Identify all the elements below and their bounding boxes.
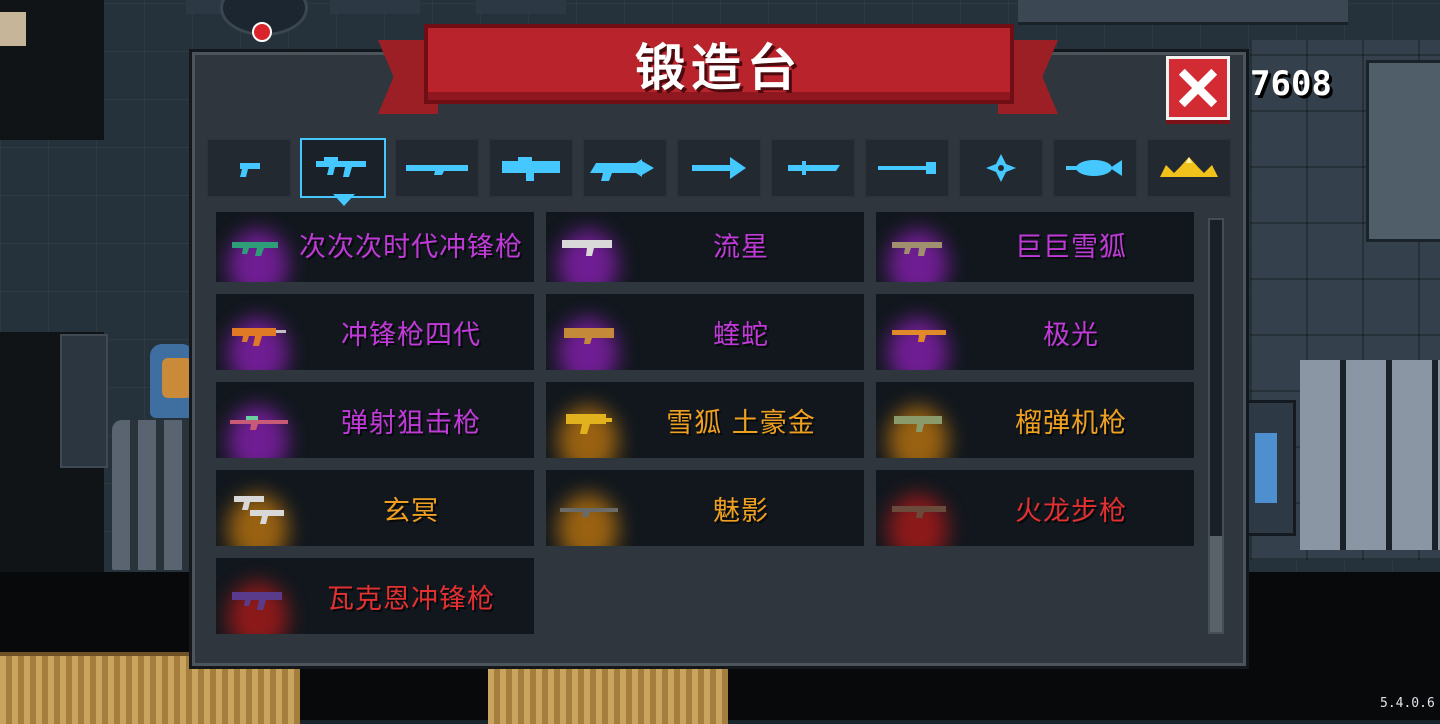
tab-blade[interactable] — [770, 138, 856, 198]
weapon-name: 冲锋枪四代 — [341, 319, 481, 351]
scrollbar-thumb[interactable] — [1210, 536, 1222, 632]
weapon-cell[interactable]: 流星 — [544, 212, 866, 284]
top-machinery — [1018, 0, 1348, 25]
weapon-cell[interactable]: 榴弹机枪 — [874, 380, 1196, 460]
crown-icon — [1160, 157, 1218, 177]
shuriken-icon — [986, 154, 1016, 182]
smg-icon — [566, 414, 612, 434]
gas-tanks — [112, 420, 192, 570]
tab-staff[interactable] — [864, 138, 950, 198]
weapon-name: 火龙步枪 — [1015, 495, 1127, 527]
weapon-name: 魅影 — [713, 495, 769, 527]
weapon-cell[interactable]: 弹射狙击枪 — [214, 380, 536, 460]
tab-shuriken[interactable] — [958, 138, 1044, 198]
weapon-name: 巨巨雪狐 — [1015, 231, 1127, 263]
smg-icon — [316, 157, 366, 177]
close-icon — [1179, 69, 1217, 107]
tab-heavy-gun[interactable] — [582, 138, 668, 198]
weapon-cell[interactable]: 火龙步枪 — [874, 468, 1196, 548]
weapon-name: 蝰蛇 — [713, 319, 769, 351]
active-tab-pointer — [333, 194, 355, 206]
arrow-icon — [692, 157, 746, 179]
rifle-icon — [406, 165, 468, 175]
weapon-name: 次次次时代冲锋枪 — [299, 231, 523, 263]
tab-fish[interactable] — [1052, 138, 1138, 198]
tab-crown[interactable] — [1146, 138, 1232, 198]
grenade-mg-icon — [894, 416, 942, 432]
smg-icon — [892, 242, 942, 256]
smg-icon — [564, 328, 614, 344]
tab-arrow[interactable] — [676, 138, 762, 198]
dual-pistol-icon — [234, 496, 284, 524]
title-banner: 锻造台 — [424, 24, 1014, 104]
weapon-grid: 次次次时代冲锋枪 流星 巨巨雪狐 冲锋枪四代 蝰蛇 极光 弹射狙击枪 雪狐 土豪… — [206, 212, 1200, 644]
blade-icon — [788, 161, 840, 175]
weapon-name: 瓦克恩冲锋枪 — [327, 583, 495, 615]
weapon-cell[interactable]: 玄冥 — [214, 468, 536, 548]
rifle-icon — [892, 506, 946, 518]
smg-icon — [232, 328, 286, 346]
weapon-cell[interactable]: 巨巨雪狐 — [874, 212, 1196, 284]
gold-railing-center — [488, 664, 728, 724]
weapon-name: 弹射狙击枪 — [341, 407, 481, 439]
weapon-cell[interactable]: 极光 — [874, 292, 1196, 372]
supply-crates — [1300, 360, 1440, 550]
smg-icon — [232, 592, 282, 610]
top-crate-3 — [476, 0, 566, 14]
launcher-icon — [502, 157, 560, 181]
pistol-icon — [240, 163, 260, 177]
player-character — [150, 344, 194, 418]
weapon-name: 极光 — [1043, 319, 1099, 351]
sniper-icon — [230, 416, 288, 430]
weapon-name: 榴弹机枪 — [1015, 407, 1127, 439]
weapon-cell[interactable]: 雪狐 土豪金 — [544, 380, 866, 460]
smg-icon — [232, 242, 278, 256]
weapon-cell[interactable]: 蝰蛇 — [544, 292, 866, 372]
smg-icon — [892, 330, 946, 342]
weapon-cell[interactable]: 冲锋枪四代 — [214, 292, 536, 372]
staff-icon — [878, 162, 936, 174]
weapon-cell[interactable]: 次次次时代冲锋枪 — [214, 212, 536, 284]
rifle-icon — [560, 508, 618, 517]
smg-icon — [562, 240, 612, 256]
weapon-name: 雪狐 土豪金 — [666, 407, 816, 439]
weapon-name: 玄冥 — [383, 495, 439, 527]
panel-title: 锻造台 — [635, 39, 803, 97]
close-button[interactable] — [1166, 56, 1230, 120]
weapon-cell[interactable]: 魅影 — [544, 468, 866, 548]
door — [60, 334, 108, 468]
tab-rifle[interactable] — [394, 138, 480, 198]
gem-counter: 7608 — [1250, 64, 1332, 104]
lab-machine — [1366, 60, 1440, 242]
fish-icon — [1066, 160, 1122, 176]
monitor-station — [1246, 400, 1296, 536]
tab-launcher[interactable] — [488, 138, 574, 198]
top-crate-2 — [330, 0, 420, 14]
notification-dot — [252, 22, 272, 42]
weapon-name: 流星 — [713, 231, 769, 263]
version-label: 5.4.0.6 — [1380, 696, 1435, 711]
notice-board — [0, 12, 26, 46]
weapon-cell[interactable]: 瓦克恩冲锋枪 — [214, 556, 536, 636]
tab-smg[interactable] — [300, 138, 386, 198]
heavy-gun-icon — [590, 159, 654, 181]
tab-pistol[interactable] — [206, 138, 292, 198]
